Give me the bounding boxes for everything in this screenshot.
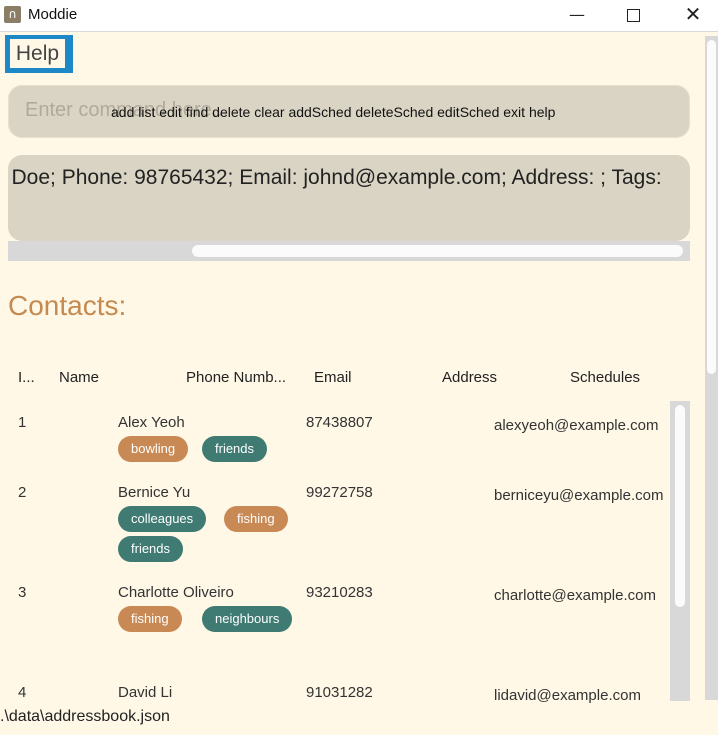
tag-badge: fishing bbox=[224, 506, 288, 532]
result-text: n Doe; Phone: 98765432; Email: johnd@exa… bbox=[8, 166, 662, 189]
contact-phone: 93210283 bbox=[306, 584, 373, 601]
help-menu[interactable]: Help bbox=[5, 35, 73, 73]
scrollbar-thumb[interactable] bbox=[675, 405, 685, 607]
contact-email: lidavid@example.com bbox=[494, 687, 641, 704]
contact-name: Alex Yeoh bbox=[118, 414, 185, 431]
title-bar: ∩ Moddie — ✕ bbox=[0, 0, 718, 32]
result-display[interactable]: n Doe; Phone: 98765432; Email: johnd@exa… bbox=[8, 155, 690, 241]
contact-index: 4 bbox=[18, 684, 27, 701]
contact-index: 3 bbox=[18, 584, 27, 601]
contact-name: Bernice Yu bbox=[118, 484, 191, 501]
column-header-schedules[interactable]: Schedules bbox=[570, 369, 640, 386]
column-header-email[interactable]: Email bbox=[314, 369, 352, 386]
contact-index: 2 bbox=[18, 484, 27, 501]
contact-email: charlotte@example.com bbox=[494, 587, 656, 604]
contact-email: berniceyu@example.com bbox=[494, 487, 664, 504]
scrollbar-thumb[interactable] bbox=[192, 245, 683, 257]
maximize-button[interactable] bbox=[610, 0, 656, 31]
contact-email: alexyeoh@example.com bbox=[494, 417, 659, 434]
tag-badge: fishing bbox=[118, 606, 182, 632]
tag-badge: bowling bbox=[118, 436, 189, 462]
contact-phone: 99272758 bbox=[306, 484, 373, 501]
command-input[interactable]: Enter command here... add list edit find… bbox=[8, 85, 690, 138]
minimize-button[interactable]: — bbox=[554, 0, 600, 31]
contact-list-scrollbar[interactable] bbox=[670, 401, 690, 701]
contacts-heading: Contacts: bbox=[8, 290, 127, 321]
app-logo-icon: ∩ bbox=[4, 6, 21, 23]
status-bar-file-path: .\data\addressbook.json bbox=[0, 708, 170, 725]
maximize-icon bbox=[626, 9, 640, 22]
tag-badge: friends bbox=[202, 436, 268, 462]
help-menu-label: Help bbox=[10, 39, 65, 68]
column-header-address[interactable]: Address bbox=[442, 369, 497, 386]
scrollbar-thumb[interactable] bbox=[707, 40, 716, 374]
close-button[interactable]: ✕ bbox=[670, 0, 716, 31]
menu-bar: Help bbox=[0, 32, 705, 77]
contact-index: 1 bbox=[18, 414, 27, 431]
contact-phone: 87438807 bbox=[306, 414, 373, 431]
column-header-index[interactable]: I... bbox=[18, 369, 35, 386]
tag-badge: colleagues bbox=[118, 506, 207, 532]
column-header-name[interactable]: Name bbox=[59, 369, 99, 386]
tag-badge: neighbours bbox=[202, 606, 293, 632]
result-horizontal-scrollbar[interactable] bbox=[8, 241, 690, 261]
command-suggestions: add list edit find delete clear addSched… bbox=[111, 104, 556, 120]
contact-phone: 91031282 bbox=[306, 684, 373, 701]
contact-name: David Li bbox=[118, 684, 173, 701]
page-scrollbar[interactable] bbox=[705, 36, 718, 700]
contact-name: Charlotte Oliveiro bbox=[118, 584, 234, 601]
tag-badge: friends bbox=[118, 536, 184, 562]
window-title: Moddie bbox=[28, 6, 78, 23]
column-header-phone[interactable]: Phone Numb... bbox=[186, 369, 286, 386]
